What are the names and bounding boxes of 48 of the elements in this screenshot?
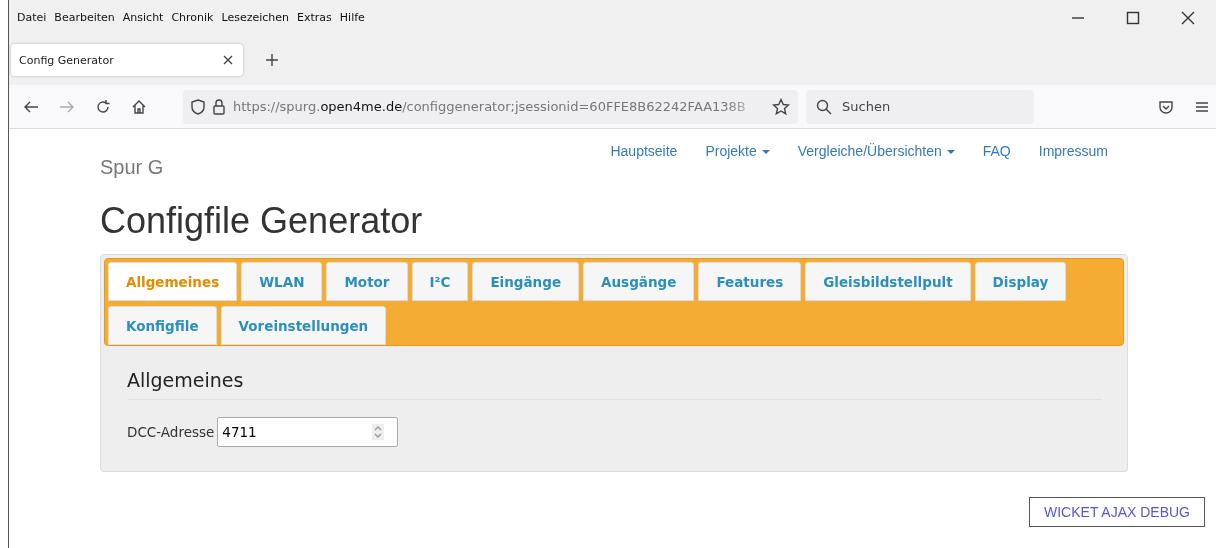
tab[interactable]: I²C (411, 262, 469, 301)
menu-item[interactable]: Bearbeiten (50, 11, 119, 24)
star-icon[interactable] (772, 97, 790, 116)
maximize-icon[interactable] (1126, 10, 1140, 25)
tab[interactable]: Motor (326, 262, 408, 301)
search-box[interactable]: Suchen (806, 89, 1034, 124)
menu-item[interactable]: Lesezeichen (217, 11, 294, 24)
page-title: Configfile Generator (100, 201, 424, 241)
spinner-icon[interactable] (372, 424, 385, 440)
tab[interactable]: Konfigfile (108, 306, 217, 345)
search-icon[interactable] (816, 98, 832, 115)
close-icon[interactable] (1181, 10, 1195, 25)
home-icon[interactable] (131, 98, 147, 115)
debug-button[interactable]: WICKET AJAX DEBUG (1029, 497, 1205, 527)
address-bar[interactable]: https://spurg.open4me.de/configgenerator;jsessionid=60FFE8B62242FAA138B (183, 89, 798, 124)
number-spinner[interactable]: 4711 (217, 417, 399, 447)
field-label: DCC-Adresse (127, 424, 215, 440)
padlock-icon[interactable] (213, 98, 225, 115)
tab[interactable]: Gleisbildstellpult (805, 262, 971, 301)
nav-link[interactable]: Hauptseite (596, 143, 692, 163)
section-title: Allgemeines (127, 369, 1102, 400)
nav-link[interactable]: Projekte (691, 143, 784, 163)
tab[interactable]: Features (698, 262, 802, 301)
menu-item[interactable]: Extras (293, 11, 336, 24)
tab[interactable]: Eingänge (472, 262, 580, 301)
url-text: https://spurg.open4me.de/configgenerator;jsessionid=60FFE8B62242FAA138B (233, 99, 747, 114)
reload-icon[interactable] (95, 98, 111, 115)
tab[interactable]: Display (974, 262, 1067, 301)
back-icon[interactable] (23, 99, 39, 114)
menu-item[interactable]: Chronik (167, 11, 218, 24)
site-brand[interactable]: Spur G (100, 156, 164, 201)
shield-icon[interactable] (191, 98, 205, 115)
nav-link[interactable]: FAQ (968, 143, 1025, 163)
nav-link[interactable]: Impressum (1024, 143, 1122, 163)
tab-title: Config Generator (19, 53, 115, 67)
tab[interactable]: Voreinstellungen (220, 306, 387, 345)
menu-item[interactable]: Ansicht (118, 11, 168, 24)
new-tab-icon[interactable] (265, 53, 279, 67)
tab[interactable]: Allgemeines (108, 262, 238, 301)
menu-item[interactable]: Datei (13, 11, 51, 24)
browser-tab[interactable]: Config Generator (11, 44, 243, 76)
search-field[interactable]: Suchen (840, 98, 1014, 115)
menu-item[interactable]: Hilfe (335, 11, 369, 24)
close-icon[interactable] (223, 55, 233, 65)
tab[interactable]: Ausgänge (583, 262, 695, 301)
nav-link[interactable]: Vergleiche/Übersichten (783, 143, 969, 163)
pocket-icon[interactable] (1158, 98, 1174, 115)
tab[interactable]: WLAN (241, 262, 323, 301)
